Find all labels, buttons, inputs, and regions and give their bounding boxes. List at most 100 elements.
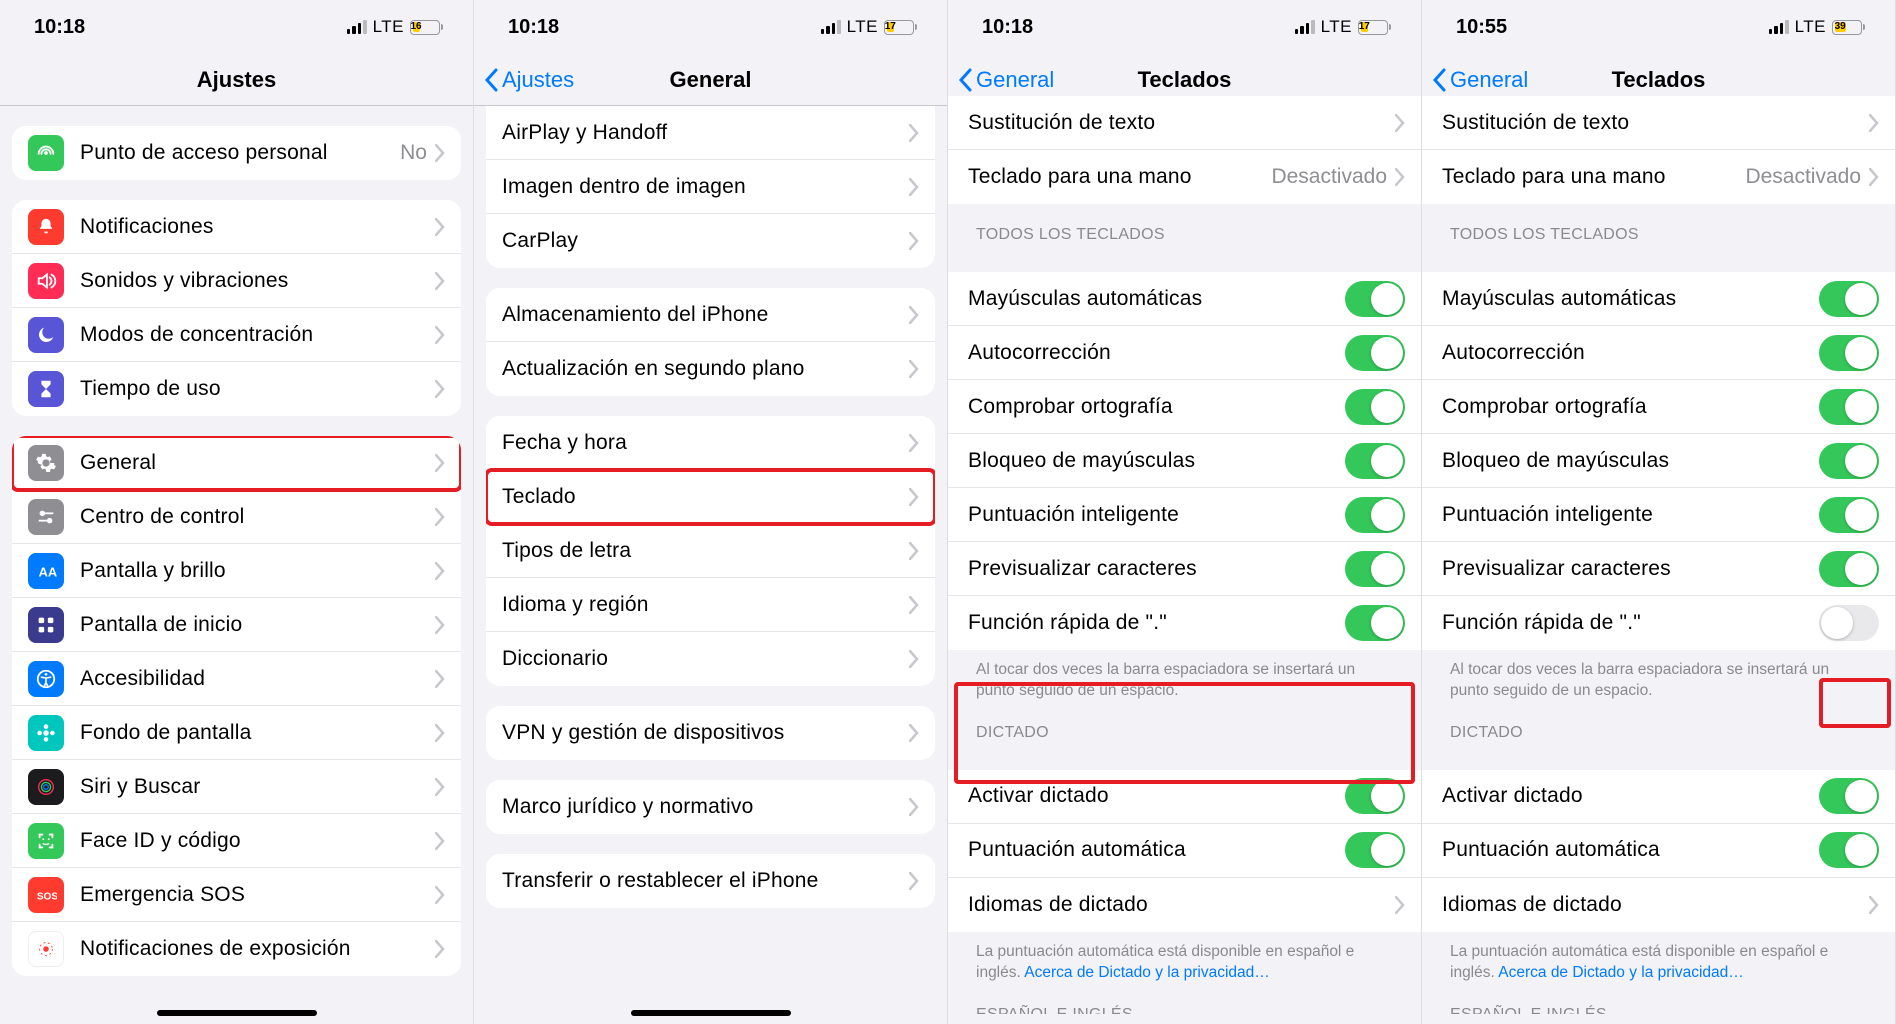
row-airplay[interactable]: AirPlay y Handoff bbox=[486, 106, 935, 160]
toggle-preview[interactable] bbox=[1345, 551, 1405, 587]
row-focus[interactable]: Modos de concentración bbox=[12, 308, 461, 362]
row-preview-char[interactable]: Previsualizar caracteres bbox=[1422, 542, 1895, 596]
row-sounds[interactable]: Sonidos y vibraciones bbox=[12, 254, 461, 308]
row-smart-punctuation[interactable]: Puntuación inteligente bbox=[948, 488, 1421, 542]
row-capslock[interactable]: Bloqueo de mayúsculas bbox=[1422, 434, 1895, 488]
row-auto-punctuation[interactable]: Puntuación automática bbox=[1422, 824, 1895, 878]
row-preview-char[interactable]: Previsualizar caracteres bbox=[948, 542, 1421, 596]
row-spell[interactable]: Comprobar ortografía bbox=[1422, 380, 1895, 434]
row-text-replacement[interactable]: Sustitución de texto bbox=[1422, 96, 1895, 150]
row-pip[interactable]: Imagen dentro de imagen bbox=[486, 160, 935, 214]
battery-icon: 17 bbox=[884, 20, 917, 35]
row-carplay[interactable]: CarPlay bbox=[486, 214, 935, 268]
row-capslock[interactable]: Bloqueo de mayúsculas bbox=[948, 434, 1421, 488]
row-storage[interactable]: Almacenamiento del iPhone bbox=[486, 288, 935, 342]
chevron-right-icon bbox=[435, 508, 445, 526]
toggle-smart[interactable] bbox=[1819, 497, 1879, 533]
status-right: LTE 39 bbox=[1769, 17, 1865, 37]
row-label: Sonidos y vibraciones bbox=[80, 269, 435, 293]
row-keyboard[interactable]: Teclado bbox=[486, 470, 935, 524]
row-transfer-reset[interactable]: Transferir o restablecer el iPhone bbox=[486, 854, 935, 908]
toggle-period[interactable] bbox=[1819, 605, 1879, 641]
row-label: Accesibilidad bbox=[80, 667, 435, 691]
row-control-center[interactable]: Centro de control bbox=[12, 490, 461, 544]
toggle-autocap[interactable] bbox=[1345, 281, 1405, 317]
row-display[interactable]: AA Pantalla y brillo bbox=[12, 544, 461, 598]
toggle-smart[interactable] bbox=[1345, 497, 1405, 533]
page-title: General bbox=[670, 67, 752, 93]
back-label: General bbox=[1450, 67, 1528, 93]
home-indicator[interactable] bbox=[157, 1010, 317, 1016]
toggle-capslock[interactable] bbox=[1345, 443, 1405, 479]
toggle-dictation[interactable] bbox=[1819, 778, 1879, 814]
row-autocorrect[interactable]: Autocorrección bbox=[948, 326, 1421, 380]
dictation-privacy-link[interactable]: Acerca de Dictado y la privacidad… bbox=[1498, 964, 1744, 981]
row-spell[interactable]: Comprobar ortografía bbox=[948, 380, 1421, 434]
row-text-replacement[interactable]: Sustitución de texto bbox=[948, 96, 1421, 150]
row-dictation-langs[interactable]: Idiomas de dictado bbox=[948, 878, 1421, 932]
back-button[interactable]: General bbox=[1432, 67, 1528, 93]
row-autocap[interactable]: Mayúsculas automáticas bbox=[948, 272, 1421, 326]
content[interactable]: Sustitución de texto Teclado para una ma… bbox=[948, 96, 1421, 1014]
back-button[interactable]: General bbox=[958, 67, 1054, 93]
chevron-right-icon bbox=[1869, 168, 1879, 186]
row-accessibility[interactable]: Accesibilidad bbox=[12, 652, 461, 706]
back-label: Ajustes bbox=[502, 67, 574, 93]
row-wallpaper[interactable]: Fondo de pantalla bbox=[12, 706, 461, 760]
chevron-right-icon bbox=[909, 178, 919, 196]
content[interactable]: Sustitución de texto Teclado para una ma… bbox=[1422, 96, 1895, 1014]
row-notifications[interactable]: Notificaciones bbox=[12, 200, 461, 254]
chevron-right-icon bbox=[435, 272, 445, 290]
row-exposure[interactable]: Notificaciones de exposición bbox=[12, 922, 461, 976]
row-smart-punctuation[interactable]: Puntuación inteligente bbox=[1422, 488, 1895, 542]
row-vpn[interactable]: VPN y gestión de dispositivos bbox=[486, 706, 935, 760]
row-period-shortcut[interactable]: Función rápida de "." bbox=[948, 596, 1421, 650]
nav-bar: Ajustes bbox=[0, 54, 473, 106]
content[interactable]: AirPlay y Handoff Imagen dentro de image… bbox=[474, 106, 947, 1024]
row-faceid[interactable]: Face ID y código bbox=[12, 814, 461, 868]
content[interactable]: Punto de acceso personal No Notificacion… bbox=[0, 106, 473, 1024]
toggle-autocorrect[interactable] bbox=[1819, 335, 1879, 371]
home-indicator[interactable] bbox=[631, 1010, 791, 1016]
row-period-shortcut[interactable]: Función rápida de "." bbox=[1422, 596, 1895, 650]
dictation-privacy-link[interactable]: Acerca de Dictado y la privacidad… bbox=[1024, 964, 1270, 981]
row-enable-dictation[interactable]: Activar dictado bbox=[1422, 770, 1895, 824]
toggle-autocorrect[interactable] bbox=[1345, 335, 1405, 371]
row-screen-time[interactable]: Tiempo de uso bbox=[12, 362, 461, 416]
row-fonts[interactable]: Tipos de letra bbox=[486, 524, 935, 578]
row-date-time[interactable]: Fecha y hora bbox=[486, 416, 935, 470]
toggle-autopunct[interactable] bbox=[1819, 832, 1879, 868]
back-button[interactable]: Ajustes bbox=[484, 67, 574, 93]
row-background-refresh[interactable]: Actualización en segundo plano bbox=[486, 342, 935, 396]
accessibility-icon bbox=[28, 661, 64, 697]
toggle-spell[interactable] bbox=[1345, 389, 1405, 425]
row-dictation-langs[interactable]: Idiomas de dictado bbox=[1422, 878, 1895, 932]
row-enable-dictation[interactable]: Activar dictado bbox=[948, 770, 1421, 824]
row-autocorrect[interactable]: Autocorrección bbox=[1422, 326, 1895, 380]
hotspot-icon bbox=[28, 135, 64, 171]
chevron-right-icon bbox=[435, 940, 445, 958]
row-language-region[interactable]: Idioma y región bbox=[486, 578, 935, 632]
row-siri[interactable]: Siri y Buscar bbox=[12, 760, 461, 814]
toggle-autocap[interactable] bbox=[1819, 281, 1879, 317]
row-home-screen[interactable]: Pantalla de inicio bbox=[12, 598, 461, 652]
toggle-period[interactable] bbox=[1345, 605, 1405, 641]
chevron-right-icon bbox=[435, 454, 445, 472]
toggle-preview[interactable] bbox=[1819, 551, 1879, 587]
row-one-handed[interactable]: Teclado para una manoDesactivado bbox=[948, 150, 1421, 204]
toggle-spell[interactable] bbox=[1819, 389, 1879, 425]
screen-teclados-on: 10:18 LTE 17 General Teclados Sustitució… bbox=[948, 0, 1422, 1024]
row-one-handed[interactable]: Teclado para una manoDesactivado bbox=[1422, 150, 1895, 204]
row-personal-hotspot[interactable]: Punto de acceso personal No bbox=[12, 126, 461, 180]
toggle-dictation[interactable] bbox=[1345, 778, 1405, 814]
row-autocap[interactable]: Mayúsculas automáticas bbox=[1422, 272, 1895, 326]
screen-teclados-off: 10:55 LTE 39 General Teclados Sustitució… bbox=[1422, 0, 1896, 1024]
row-sos[interactable]: SOS Emergencia SOS bbox=[12, 868, 461, 922]
row-legal[interactable]: Marco jurídico y normativo bbox=[486, 780, 935, 834]
toggle-autopunct[interactable] bbox=[1345, 832, 1405, 868]
row-dictionary[interactable]: Diccionario bbox=[486, 632, 935, 686]
toggle-capslock[interactable] bbox=[1819, 443, 1879, 479]
row-auto-punctuation[interactable]: Puntuación automática bbox=[948, 824, 1421, 878]
row-general[interactable]: General bbox=[12, 436, 461, 490]
section-header-es-en: ESPAÑOL E INGLÉS bbox=[1422, 984, 1895, 1014]
